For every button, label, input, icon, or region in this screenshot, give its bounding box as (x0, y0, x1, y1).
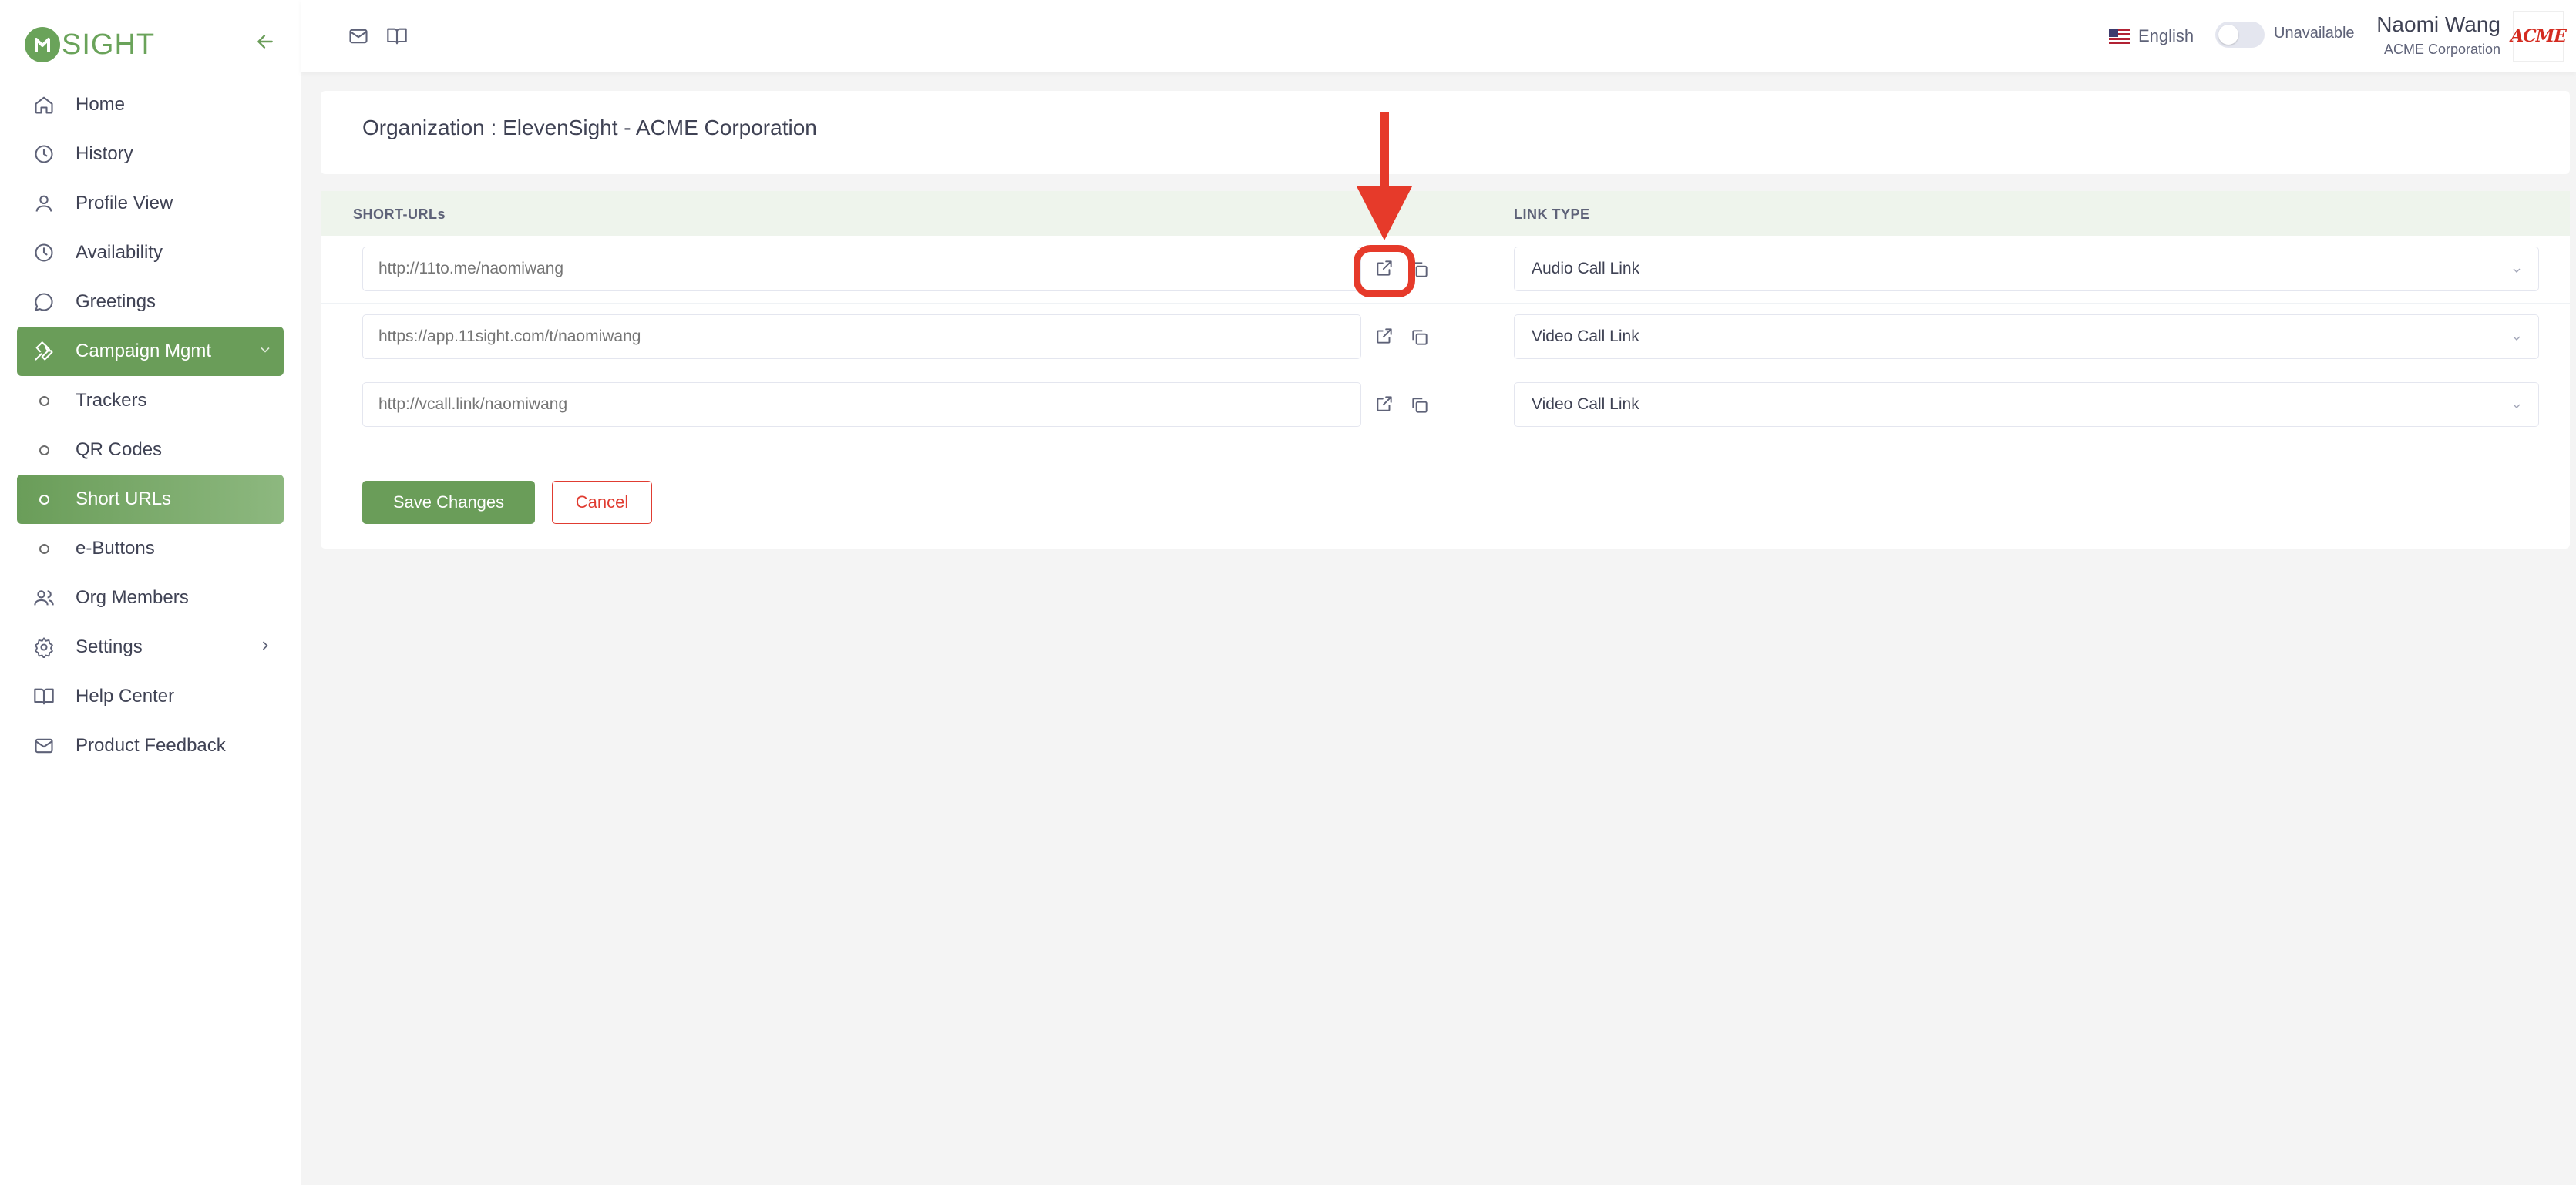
home-icon (32, 93, 55, 116)
short-url-field[interactable] (362, 247, 1361, 291)
table-row: Video Call Link (321, 304, 2570, 371)
column-header-short-urls: SHORT-URLs (353, 206, 446, 222)
brand-logo[interactable]: SIGHT (25, 26, 155, 63)
open-link-button[interactable] (1370, 322, 1398, 350)
users-icon (32, 586, 55, 609)
sidebar-item-label: Org Members (76, 587, 189, 608)
sidebar-item-label: Campaign Mgmt (76, 341, 212, 361)
sidebar-item-product-feedback[interactable]: Product Feedback (17, 721, 284, 770)
link-type-select[interactable]: Video Call Link (1514, 314, 2539, 359)
sidebar-item-label: Trackers (76, 390, 147, 411)
copy-icon (1412, 398, 1428, 413)
sidebar-item-label: QR Codes (76, 439, 163, 460)
collapse-sidebar-button[interactable] (251, 28, 279, 55)
chat-icon (32, 290, 55, 314)
copy-link-button[interactable] (1406, 324, 1434, 351)
link-type-select[interactable]: Video Call Link (1514, 382, 2539, 427)
chevron-right-icon (257, 638, 273, 657)
sidebar-item-label: e-Buttons (76, 538, 155, 559)
language-label: English (2138, 26, 2194, 45)
sidebar-item-qr-codes[interactable]: QR Codes (17, 425, 284, 475)
sidebar-item-label: Greetings (76, 291, 156, 312)
sidebar-item-trackers[interactable]: Trackers (17, 376, 284, 425)
org-header-card: Organization : ElevenSight - ACME Corpor… (321, 91, 2570, 174)
table-row: Audio Call Link (321, 236, 2570, 304)
book-icon[interactable] (382, 22, 412, 51)
page-title: Organization : ElevenSight - ACME Corpor… (362, 116, 817, 139)
short-url-field[interactable] (362, 314, 1361, 359)
sidebar-item-settings[interactable]: Settings (17, 623, 284, 672)
annotation-arrow-icon (1357, 112, 1412, 240)
us-flag-icon (2109, 29, 2130, 44)
copy-icon (1412, 330, 1428, 345)
clock-icon (32, 143, 55, 166)
book-icon (32, 685, 55, 708)
sidebar-item-label: Availability (76, 242, 163, 263)
sidebar-item-availability[interactable]: Availability (17, 228, 284, 277)
arrow-left-icon (257, 35, 273, 49)
mail-icon[interactable] (344, 22, 373, 51)
sidebar-item-label: Settings (76, 636, 143, 657)
save-changes-button[interactable]: Save Changes (362, 481, 535, 524)
column-header-link-type: LINK TYPE (1514, 206, 1590, 222)
user-org: ACME Corporation (2383, 42, 2500, 57)
chevron-down-icon (2510, 263, 2523, 281)
availability-toggle[interactable] (2215, 22, 2265, 48)
circle-icon (32, 537, 55, 560)
external-link-icon (1377, 396, 1392, 411)
link-type-value: Video Call Link (1532, 327, 1639, 345)
availability-label: Unavailable (2274, 25, 2355, 42)
user-icon (32, 192, 55, 215)
sidebar-item-short-urls[interactable]: Short URLs (17, 475, 284, 524)
sidebar-item-profile-view[interactable]: Profile View (17, 179, 284, 228)
table-row: Video Call Link (321, 371, 2570, 439)
external-link-icon (1377, 328, 1392, 344)
copy-link-button[interactable] (1406, 391, 1434, 419)
circle-icon (32, 488, 55, 511)
sidebar-item-e-buttons[interactable]: e-Buttons (17, 524, 284, 573)
user-name[interactable]: Naomi Wang (2376, 12, 2500, 37)
sidebar-item-history[interactable]: History (17, 129, 284, 179)
clock-icon (32, 241, 55, 264)
chevron-down-icon (2510, 398, 2523, 417)
sidebar-item-home[interactable]: Home (17, 80, 284, 129)
circle-icon (32, 438, 55, 462)
sidebar-item-label: Short URLs (76, 488, 172, 509)
short-urls-card: SHORT-URLs LINK TYPE Audio Call Link Vid… (321, 191, 2570, 549)
open-link-button[interactable] (1370, 390, 1398, 418)
sidebar-item-label: Help Center (76, 686, 175, 707)
cancel-button[interactable]: Cancel (552, 481, 652, 524)
topbar: English Unavailable Naomi Wang ACME Corp… (301, 0, 2576, 72)
sidebar-item-label: Profile View (76, 193, 173, 213)
sidebar-item-help-center[interactable]: Help Center (17, 672, 284, 721)
gear-icon (32, 636, 55, 659)
link-type-select[interactable]: Audio Call Link (1514, 247, 2539, 291)
chevron-down-icon (2510, 331, 2523, 349)
sidebar-item-label: Home (76, 94, 126, 115)
chevron-down-icon (257, 342, 273, 361)
sidebar-item-greetings[interactable]: Greetings (17, 277, 284, 327)
avatar[interactable]: ACME (2510, 11, 2567, 62)
short-url-field[interactable] (362, 382, 1361, 427)
logo-mark (25, 27, 60, 62)
sidebar-item-org-members[interactable]: Org Members (17, 573, 284, 623)
language-selector[interactable]: English (2109, 22, 2194, 51)
sidebar-item-label: Product Feedback (76, 735, 226, 756)
wrench-icon (32, 340, 55, 363)
annotation-highlight-ring (1354, 245, 1415, 297)
sidebar-item-label: History (76, 143, 133, 164)
link-type-value: Video Call Link (1532, 395, 1639, 413)
sidebar-nav: Home History Profile View Availability G… (17, 80, 284, 770)
link-type-value: Audio Call Link (1532, 260, 1640, 277)
sidebar: SIGHT Home History Profile View Availabi… (0, 0, 301, 1185)
avatar-text: ACME (2510, 26, 2567, 46)
table-header: SHORT-URLs LINK TYPE (321, 191, 2570, 236)
logo-text: SIGHT (62, 28, 156, 61)
circle-icon (32, 389, 55, 412)
mail-icon (32, 734, 55, 757)
sidebar-item-campaign-mgmt[interactable]: Campaign Mgmt (17, 327, 284, 376)
